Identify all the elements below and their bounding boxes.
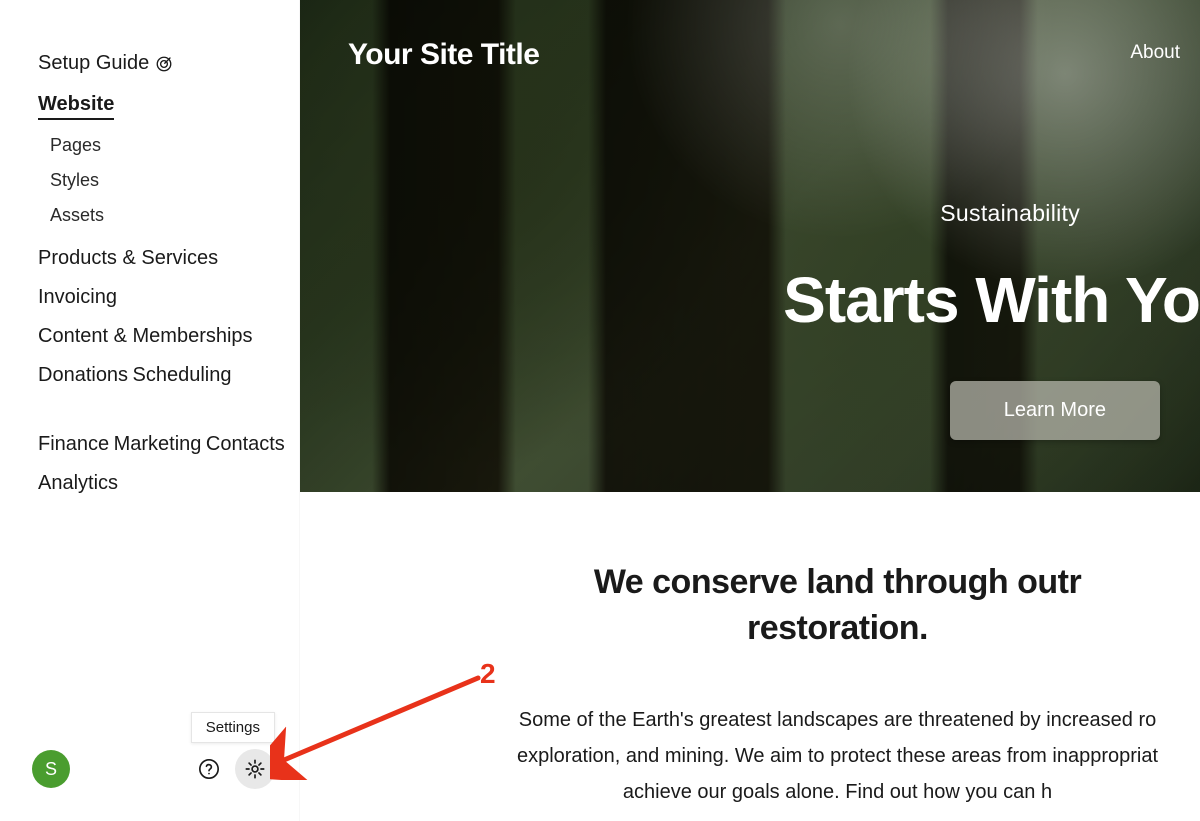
- sidebar-item-label: Pages: [50, 135, 101, 155]
- tooltip-text: Settings: [206, 719, 260, 736]
- help-button[interactable]: [189, 749, 229, 789]
- hero-heading: Starts With Yo: [783, 263, 1200, 337]
- help-icon: [198, 758, 220, 780]
- hero-eyebrow: Sustainability: [783, 200, 1200, 227]
- sidebar-item-pages[interactable]: Pages: [50, 128, 101, 163]
- sidebar-item-label: Analytics: [38, 472, 118, 494]
- body-text-line1: Some of the Earth's greatest landscapes …: [519, 709, 1157, 731]
- settings-tooltip: Settings: [191, 712, 275, 743]
- sidebar-item-label: Products & Services: [38, 247, 218, 269]
- sidebar-item-finance[interactable]: Finance: [38, 425, 109, 464]
- sidebar: Setup Guide Website Pages Styles Assets …: [0, 0, 300, 821]
- body-text-line2: exploration, and mining. We aim to prote…: [517, 745, 1158, 767]
- sidebar-nav: Setup Guide Website Pages Styles Assets …: [0, 50, 299, 729]
- sidebar-item-assets[interactable]: Assets: [50, 198, 104, 233]
- sidebar-item-invoicing[interactable]: Invoicing: [38, 278, 117, 317]
- sidebar-item-label: Finance: [38, 433, 109, 455]
- sidebar-item-marketing[interactable]: Marketing: [114, 425, 202, 464]
- body-heading: We conserve land through outr restoratio…: [515, 560, 1160, 652]
- learn-more-button[interactable]: Learn More: [950, 381, 1160, 440]
- sidebar-footer: S Settings: [0, 729, 299, 821]
- body-text-line3: achieve our goals alone. Find out how yo…: [623, 781, 1052, 803]
- nav-link-about[interactable]: About: [1130, 38, 1180, 64]
- sidebar-item-styles[interactable]: Styles: [50, 163, 99, 198]
- site-header: Your Site Title About: [300, 0, 1200, 72]
- sidebar-item-label: Scheduling: [133, 364, 232, 386]
- sidebar-item-content-memberships[interactable]: Content & Memberships: [38, 317, 253, 356]
- sidebar-item-label: Content & Memberships: [38, 325, 253, 347]
- target-icon: [155, 55, 173, 73]
- gear-icon: [244, 758, 266, 780]
- sidebar-item-label: Setup Guide: [38, 52, 149, 75]
- sidebar-item-contacts[interactable]: Contacts: [206, 425, 285, 464]
- footer-icons: Settings: [189, 749, 275, 789]
- sidebar-subnav-website: Pages Styles Assets: [38, 128, 299, 233]
- sidebar-item-label: Marketing: [114, 433, 202, 455]
- sidebar-item-label: Donations: [38, 364, 128, 386]
- hero-content: Sustainability Starts With Yo Learn More: [783, 200, 1200, 440]
- body-heading-line1: We conserve land through outr: [594, 563, 1081, 601]
- sidebar-item-donations[interactable]: Donations: [38, 356, 128, 395]
- body-heading-line2: restoration.: [747, 609, 928, 647]
- sidebar-item-setup-guide[interactable]: Setup Guide: [38, 50, 173, 85]
- avatar[interactable]: S: [32, 750, 70, 788]
- sidebar-item-label: Assets: [50, 205, 104, 225]
- sidebar-item-label: Invoicing: [38, 286, 117, 308]
- site-title[interactable]: Your Site Title: [348, 38, 539, 72]
- hero-section: Your Site Title About Sustainability Sta…: [300, 0, 1200, 492]
- body-section: We conserve land through outr restoratio…: [300, 492, 1200, 810]
- site-preview: Your Site Title About Sustainability Sta…: [300, 0, 1200, 821]
- sidebar-group-secondary: Finance Marketing Contacts Analytics: [38, 425, 299, 503]
- body-text: Some of the Earth's greatest landscapes …: [515, 702, 1160, 810]
- settings-button[interactable]: [235, 749, 275, 789]
- sidebar-item-analytics[interactable]: Analytics: [38, 464, 118, 503]
- avatar-initial: S: [45, 759, 57, 780]
- sidebar-item-products-services[interactable]: Products & Services: [38, 239, 218, 278]
- sidebar-item-label: Contacts: [206, 433, 285, 455]
- sidebar-item-label: Styles: [50, 170, 99, 190]
- sidebar-item-website[interactable]: Website: [38, 85, 114, 120]
- sidebar-item-scheduling[interactable]: Scheduling: [133, 356, 232, 395]
- sidebar-item-label: Website: [38, 93, 114, 115]
